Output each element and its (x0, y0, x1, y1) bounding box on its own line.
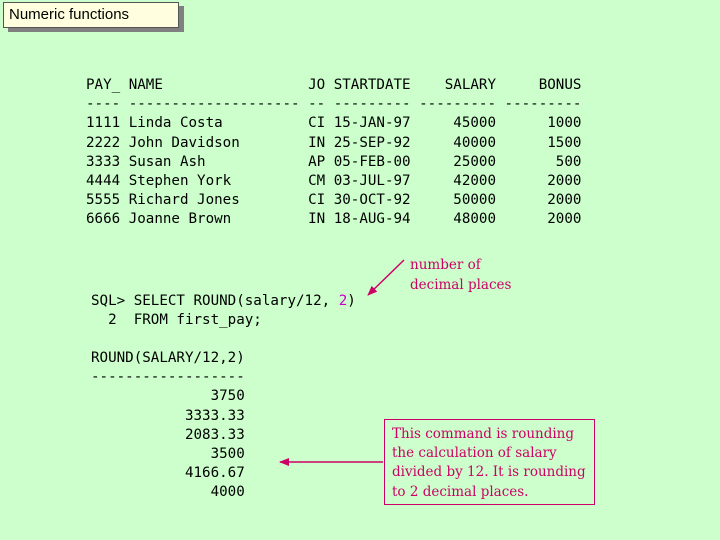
annotation-arrows (279, 259, 405, 466)
arrow-to-decimal-argument (367, 259, 405, 296)
